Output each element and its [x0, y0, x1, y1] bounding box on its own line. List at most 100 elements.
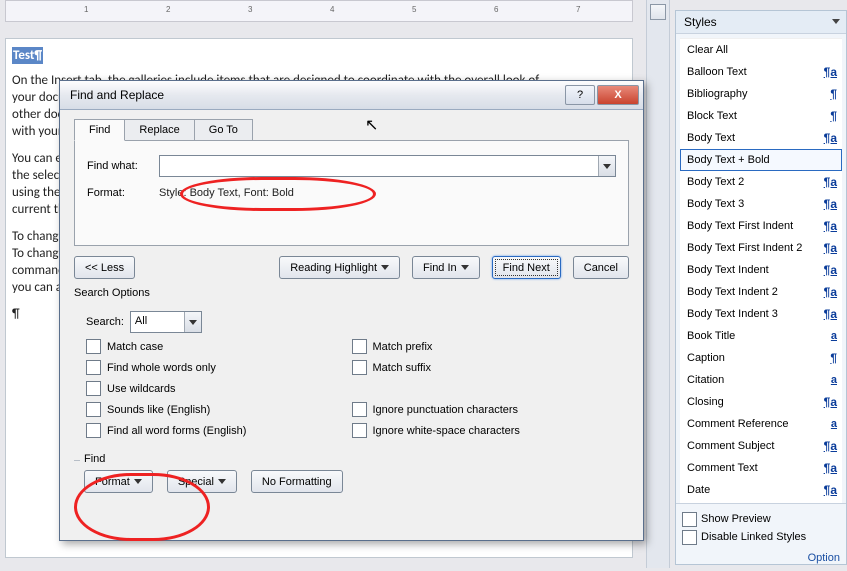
- style-item-label: Clear All: [687, 44, 837, 56]
- style-item[interactable]: Body Text 2¶a: [680, 171, 842, 193]
- style-type-icon: ¶a: [820, 241, 837, 255]
- find-replace-dialog: Find and Replace ? X Find Replace Go To …: [59, 80, 644, 541]
- gutter-button[interactable]: [650, 4, 666, 20]
- format-label: Format:: [87, 187, 159, 199]
- style-item[interactable]: Block Text¶: [680, 105, 842, 127]
- style-item[interactable]: Date¶a: [680, 479, 842, 501]
- style-item[interactable]: Bibliography¶: [680, 83, 842, 105]
- disable-linked-checkbox[interactable]: Disable Linked Styles: [682, 528, 840, 546]
- reading-highlight-button[interactable]: Reading Highlight: [279, 256, 400, 279]
- no-formatting-button[interactable]: No Formatting: [251, 470, 343, 493]
- style-item[interactable]: Clear All: [680, 39, 842, 61]
- checkbox-icon: [682, 512, 697, 527]
- style-type-icon: ¶a: [820, 483, 837, 497]
- style-item[interactable]: Body Text + Bold: [680, 149, 842, 171]
- chevron-down-icon: [832, 19, 840, 24]
- help-button[interactable]: ?: [565, 85, 595, 105]
- find-group-legend: Find: [80, 453, 109, 465]
- find-tab-body: Find what: Format: Style: Body Text, Fon…: [74, 140, 629, 246]
- style-item[interactable]: Book Titlea: [680, 325, 842, 347]
- style-item-label: Body Text Indent 2: [687, 286, 820, 298]
- style-item[interactable]: Body Text¶a: [680, 127, 842, 149]
- style-item[interactable]: Comment Referencea: [680, 413, 842, 435]
- style-item[interactable]: Comment Subject¶a: [680, 435, 842, 457]
- style-item[interactable]: Citationa: [680, 369, 842, 391]
- style-item-label: Book Title: [687, 330, 827, 342]
- style-type-icon: ¶a: [820, 65, 837, 79]
- style-item-label: Body Text Indent 3: [687, 308, 820, 320]
- style-type-icon: ¶a: [820, 439, 837, 453]
- style-item-label: Body Text 3: [687, 198, 820, 210]
- less-button[interactable]: << Less: [74, 256, 135, 279]
- style-item-label: Balloon Text: [687, 66, 820, 78]
- style-item-label: Comment Reference: [687, 418, 827, 430]
- match-prefix-checkbox[interactable]: Match prefix: [352, 339, 433, 354]
- style-item[interactable]: Body Text First Indent¶a: [680, 215, 842, 237]
- tab-goto[interactable]: Go To: [194, 119, 253, 141]
- style-type-icon: a: [827, 374, 837, 386]
- tab-replace[interactable]: Replace: [124, 119, 194, 141]
- styles-options-link[interactable]: Option: [676, 550, 846, 564]
- style-item[interactable]: Body Text Indent¶a: [680, 259, 842, 281]
- style-item[interactable]: Closing¶a: [680, 391, 842, 413]
- tab-find[interactable]: Find: [74, 119, 125, 141]
- sounds-like-checkbox[interactable]: Sounds like (English): [86, 402, 210, 417]
- styles-panel: Styles Clear AllBalloon Text¶aBibliograp…: [675, 10, 847, 565]
- word-forms-checkbox[interactable]: Find all word forms (English): [86, 423, 246, 438]
- style-type-icon: ¶: [826, 351, 837, 365]
- ignore-punctuation-checkbox[interactable]: Ignore punctuation characters: [352, 402, 519, 417]
- style-item-label: Body Text 2: [687, 176, 820, 188]
- search-options-group: Search: All Match case Match prefix Find…: [74, 303, 629, 444]
- style-item-label: Comment Subject: [687, 440, 820, 452]
- styles-title: Styles: [684, 15, 717, 29]
- style-item[interactable]: Body Text First Indent 2¶a: [680, 237, 842, 259]
- style-type-icon: ¶a: [820, 197, 837, 211]
- selected-text: Test¶: [12, 47, 43, 64]
- show-preview-checkbox[interactable]: Show Preview: [682, 510, 840, 528]
- find-in-button[interactable]: Find In: [412, 256, 480, 279]
- style-item[interactable]: Body Text Indent 3¶a: [680, 303, 842, 325]
- dropdown-arrow-icon[interactable]: [598, 156, 615, 176]
- dialog-titlebar[interactable]: Find and Replace ? X: [60, 81, 643, 110]
- format-value: Style: Body Text, Font: Bold: [159, 187, 294, 199]
- style-item[interactable]: Body Text Indent 2¶a: [680, 281, 842, 303]
- dialog-tabs: Find Replace Go To: [74, 118, 643, 140]
- match-suffix-checkbox[interactable]: Match suffix: [352, 360, 432, 375]
- style-item-label: Body Text First Indent: [687, 220, 820, 232]
- use-wildcards-checkbox[interactable]: Use wildcards: [86, 381, 175, 396]
- styles-list[interactable]: Clear AllBalloon Text¶aBibliography¶Bloc…: [680, 38, 842, 503]
- vertical-gutter: [646, 0, 670, 568]
- style-type-icon: ¶: [826, 87, 837, 101]
- ignore-whitespace-checkbox[interactable]: Ignore white-space characters: [352, 423, 520, 438]
- dialog-button-row: << Less Reading Highlight Find In Find N…: [74, 256, 629, 279]
- style-item-label: Comment Text: [687, 462, 820, 474]
- style-item[interactable]: Caption¶: [680, 347, 842, 369]
- style-item[interactable]: Body Text 3¶a: [680, 193, 842, 215]
- style-type-icon: ¶a: [820, 219, 837, 233]
- search-scope-select[interactable]: All: [130, 311, 202, 333]
- find-what-input[interactable]: [159, 155, 616, 177]
- style-type-icon: ¶a: [820, 461, 837, 475]
- styles-footer: Show Preview Disable Linked Styles: [676, 503, 846, 550]
- style-type-icon: ¶a: [820, 307, 837, 321]
- find-next-button[interactable]: Find Next: [492, 256, 561, 279]
- style-item-label: Citation: [687, 374, 827, 386]
- close-button[interactable]: X: [597, 85, 639, 105]
- dropdown-arrow-icon: [184, 312, 201, 332]
- style-item-label: Caption: [687, 352, 826, 364]
- style-type-icon: ¶a: [820, 285, 837, 299]
- style-item[interactable]: Balloon Text¶a: [680, 61, 842, 83]
- search-scope-label: Search:: [86, 316, 124, 328]
- format-button[interactable]: Format: [84, 470, 153, 493]
- whole-words-checkbox[interactable]: Find whole words only: [86, 360, 216, 375]
- style-type-icon: ¶a: [820, 395, 837, 409]
- style-item-label: Block Text: [687, 110, 826, 122]
- style-item[interactable]: Comment Text¶a: [680, 457, 842, 479]
- special-button[interactable]: Special: [167, 470, 237, 493]
- style-item-label: Bibliography: [687, 88, 826, 100]
- find-bottom-group: Find Format Special No Formatting: [74, 460, 629, 503]
- cancel-button[interactable]: Cancel: [573, 256, 629, 279]
- styles-panel-header[interactable]: Styles: [676, 11, 846, 34]
- style-item-label: Body Text First Indent 2: [687, 242, 820, 254]
- match-case-checkbox[interactable]: Match case: [86, 339, 163, 354]
